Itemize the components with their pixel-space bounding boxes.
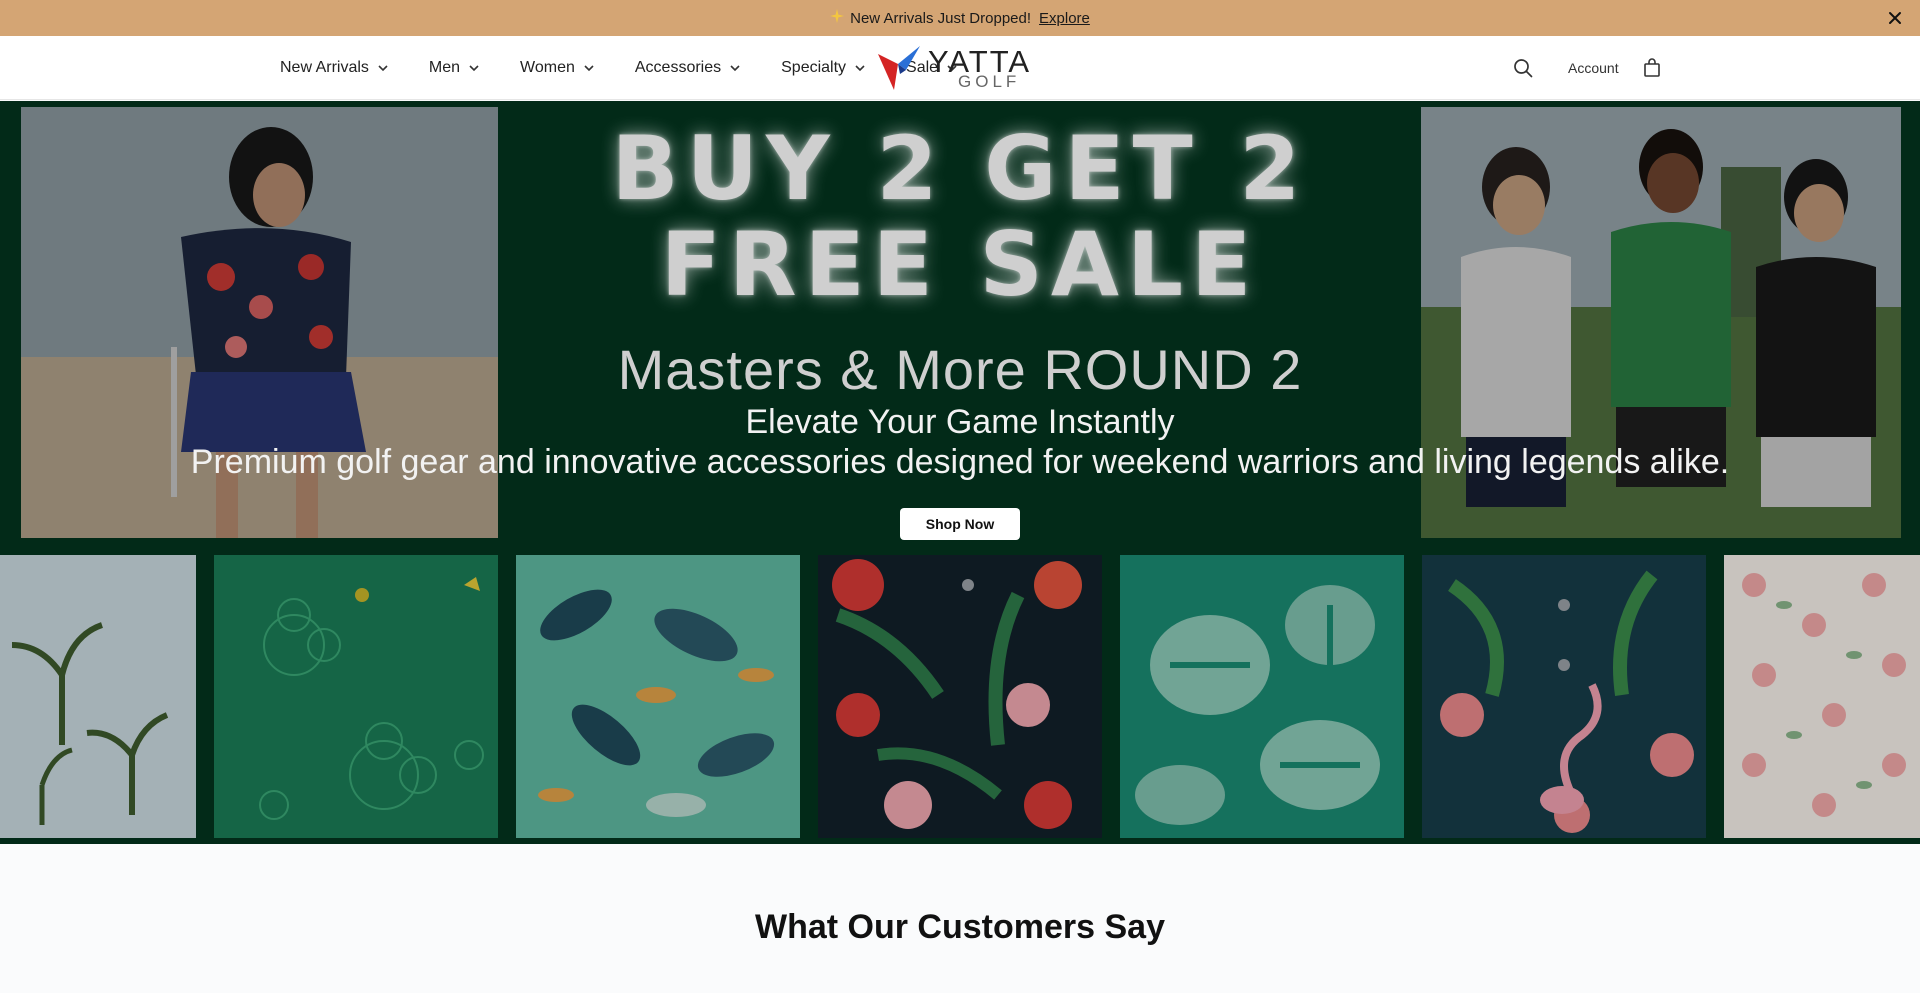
announcement-text: New Arrivals Just Dropped! [850, 9, 1032, 27]
pattern-tile-golf-floral[interactable] [214, 555, 498, 838]
hero-description: Premium golf gear and innovative accesso… [190, 443, 1730, 481]
shopping-bag-icon[interactable] [1641, 57, 1663, 79]
hero-tagline: Elevate Your Game Instantly [745, 403, 1175, 441]
chevron-down-icon [855, 65, 865, 72]
nav-label: New Arrivals [280, 59, 369, 76]
nav-item-women[interactable]: Women [520, 59, 595, 77]
shop-now-button[interactable]: Shop Now [900, 508, 1020, 540]
nav-label: Specialty [781, 59, 847, 76]
logo-mark-icon [878, 46, 920, 90]
sparkle-icon [830, 9, 845, 27]
chevron-down-icon [730, 65, 740, 72]
nav-item-men[interactable]: Men [429, 59, 480, 77]
search-icon[interactable] [1512, 57, 1534, 79]
promo-line-2: FREE SALE [660, 213, 1260, 316]
close-icon[interactable] [1886, 9, 1904, 27]
promo-line-1: BUY 2 GET 2 [611, 117, 1309, 220]
nav-label: Accessories [634, 59, 722, 76]
promo-headline: BUY 2 GET 2 FREE SALE [0, 121, 1920, 313]
explore-link[interactable]: Explore [1039, 10, 1090, 27]
hero-subhead: Masters & More ROUND 2 [617, 338, 1303, 401]
logo[interactable]: YATTA GOLF [876, 44, 1046, 94]
chevron-down-icon [378, 65, 388, 72]
pattern-tile-pink-floral[interactable] [1724, 555, 1920, 838]
chevron-down-icon [584, 65, 594, 72]
pattern-tile-leaf-print[interactable] [516, 555, 800, 838]
nav-item-specialty[interactable]: Specialty [781, 59, 866, 77]
chevron-down-icon [469, 65, 479, 72]
pattern-tile-palms[interactable] [0, 555, 196, 838]
announcement-bar: New Arrivals Just Dropped! Explore [0, 0, 1920, 36]
nav-label: Women [520, 59, 575, 76]
logo-subtext: GOLF [958, 72, 1021, 91]
pattern-tile-hibiscus-navy[interactable] [818, 555, 1102, 838]
pattern-tile-monstera[interactable] [1120, 555, 1404, 838]
header-actions: Account [1512, 36, 1663, 100]
nav-label: Men [428, 59, 461, 76]
pattern-tile-flamingo[interactable] [1422, 555, 1706, 838]
hero-banner: BUY 2 GET 2 FREE SALE Masters & More ROU… [0, 101, 1920, 844]
reviews-title: What Our Customers Say [755, 908, 1165, 946]
nav-item-accessories[interactable]: Accessories [635, 59, 741, 77]
account-link[interactable]: Account [1568, 60, 1619, 76]
nav-item-new-arrivals[interactable]: New Arrivals [280, 59, 389, 77]
site-header: New Arrivals Men Women Accessories Speci… [0, 36, 1920, 100]
